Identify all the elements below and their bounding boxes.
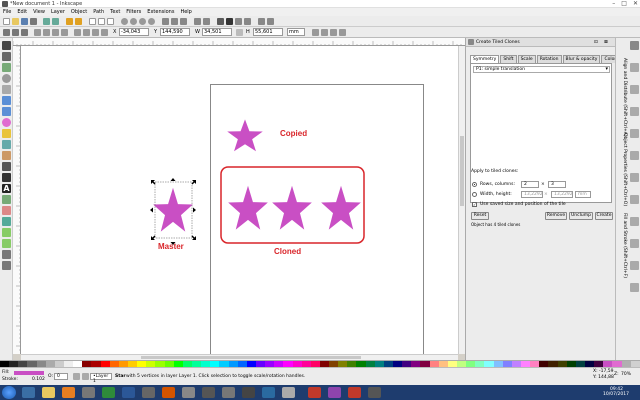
tiled-clones-icon: [468, 39, 474, 45]
saved-size-checkbox[interactable]: ✓: [472, 202, 477, 207]
fill-label: Fill:: [2, 370, 10, 375]
dialog-status: Object has 4 tiled clones: [471, 222, 521, 227]
snap-corners-icon[interactable]: [630, 107, 639, 116]
dialog-float-icon[interactable]: ⊡: [594, 39, 598, 46]
copied-star[interactable]: [227, 119, 263, 152]
firefox-icon[interactable]: [62, 387, 75, 398]
horizontal-scroll-thumb[interactable]: [141, 356, 361, 359]
tab-rotation[interactable]: Rotation: [536, 55, 562, 63]
ie-icon[interactable]: [22, 387, 35, 398]
object-properties-tab[interactable]: Object Properties (Shift+Ctrl+O): [620, 133, 627, 211]
app6-icon[interactable]: [262, 387, 275, 398]
symmetry-value: P1: simple translation: [476, 67, 526, 72]
snap-grid-icon[interactable]: [630, 261, 639, 270]
excel-icon[interactable]: [102, 387, 115, 398]
clone-star[interactable]: [272, 185, 312, 230]
columns-input[interactable]: 3: [548, 181, 566, 188]
status-message: with 5 vertices in layer Layer 1. Click …: [126, 374, 306, 379]
zoom-value[interactable]: 70%: [621, 371, 631, 378]
rows-columns-radio[interactable]: [472, 182, 477, 187]
handle-top-right-icon: [191, 180, 196, 185]
dialog-tabs: Symmetry Shift Scale Rotation Blur & opa…: [470, 55, 639, 63]
explorer-icon[interactable]: [42, 387, 55, 398]
master-star[interactable]: [153, 187, 193, 232]
rows-input[interactable]: 2: [521, 181, 539, 188]
master-label: Master: [158, 242, 184, 251]
app4-icon[interactable]: [222, 387, 235, 398]
tiled-clones-dialog: Create Tiled Clones ⊡ ⊠ Symmetry Shift S…: [465, 38, 639, 360]
app8-icon[interactable]: [348, 387, 361, 398]
stroke-width[interactable]: 0.102: [32, 376, 45, 383]
layer-visibility-icon[interactable]: [73, 373, 80, 380]
powerpoint-icon[interactable]: [162, 387, 175, 398]
status-object: Star: [115, 374, 126, 379]
remove-button[interactable]: Remove: [545, 212, 567, 220]
vertical-scroll-thumb[interactable]: [460, 136, 464, 206]
fill-stroke-tab[interactable]: Fill and Stroke (Shift+Ctrl+F): [620, 213, 627, 288]
snap-nodes-icon[interactable]: [630, 129, 639, 138]
chevron-down-icon: ▾: [605, 66, 608, 72]
snap-centers-icon[interactable]: [630, 217, 639, 226]
snap-bbox-icon[interactable]: [630, 63, 639, 72]
width-height-radio[interactable]: [472, 192, 477, 197]
opacity-input[interactable]: 0: [54, 373, 68, 380]
width-height-label: Width, height:: [480, 192, 512, 197]
status-bar: Fill: Stroke: 0.102 O: 0 •Layer 1 Star w…: [0, 367, 640, 385]
height-input[interactable]: 13,2292: [551, 191, 573, 198]
opacity-label: O:: [48, 374, 53, 379]
unclump-button[interactable]: Unclump: [569, 212, 593, 220]
layer-lock-icon[interactable]: [82, 373, 89, 380]
snap-midpoints-icon[interactable]: [630, 195, 639, 204]
layer-select[interactable]: •Layer 1: [90, 373, 112, 384]
saved-size-label: Use saved size and position of the tile: [480, 202, 566, 207]
word-icon[interactable]: [122, 387, 135, 398]
tab-symmetry[interactable]: Symmetry: [470, 55, 500, 63]
app2-icon[interactable]: [182, 387, 195, 398]
dialog-close-icon[interactable]: ⊠: [604, 39, 608, 46]
copied-label: Copied: [280, 129, 308, 138]
vertical-scrollbar[interactable]: [458, 46, 465, 354]
snap-edges-icon[interactable]: [630, 85, 639, 94]
create-button[interactable]: Create: [595, 212, 613, 220]
snap-page-icon[interactable]: [630, 239, 639, 248]
symmetry-select[interactable]: P1: simple translation ▾: [473, 66, 610, 73]
dialog-title: Create Tiled Clones: [476, 40, 520, 45]
snap-guides-icon[interactable]: [630, 283, 639, 292]
app9-icon[interactable]: [368, 387, 381, 398]
snap-intersections-icon[interactable]: [630, 173, 639, 182]
stroke-label: Stroke:: [2, 377, 18, 382]
width-input[interactable]: 13,2292: [521, 191, 543, 198]
apply-label: Apply to tiled clones:: [471, 169, 519, 174]
cursor-y: Y: 144,88: [593, 375, 614, 380]
rows-columns-label: Rows, columns:: [480, 182, 515, 187]
snap-paths-icon[interactable]: [630, 151, 639, 160]
tab-shift[interactable]: Shift: [500, 55, 517, 63]
clone-star[interactable]: [228, 185, 268, 230]
clone-star[interactable]: [321, 185, 361, 230]
app3-icon[interactable]: [202, 387, 215, 398]
inkscape-taskbar-icon[interactable]: [282, 387, 295, 398]
start-button-icon[interactable]: [2, 386, 16, 399]
clock-date[interactable]: 10/07/2017: [603, 391, 629, 398]
fill-swatch[interactable]: [14, 371, 44, 375]
dialog-header: Create Tiled Clones ⊡ ⊠: [466, 38, 616, 47]
taskbar: 09:42 10/07/2017: [0, 385, 640, 400]
snap-toggle-icon[interactable]: [630, 41, 639, 50]
tab-blur-opacity[interactable]: Blur & opacity: [562, 55, 601, 63]
reset-button[interactable]: Reset: [471, 212, 489, 220]
wh-unit-select[interactable]: mm: [575, 191, 591, 198]
acrobat-icon[interactable]: [308, 387, 321, 398]
cloned-label: Cloned: [274, 247, 302, 256]
zoom-label: Z:: [614, 372, 619, 377]
app5-icon[interactable]: [242, 387, 255, 398]
tab-scale[interactable]: Scale: [517, 55, 536, 63]
times-sign: ×: [541, 182, 545, 187]
right-dock: Fill and Stroke (Shift+Ctrl+F) Object Pr…: [615, 38, 640, 360]
app-icon[interactable]: [142, 387, 155, 398]
app7-icon[interactable]: [328, 387, 341, 398]
align-distribute-tab[interactable]: Align and Distribute (Shift+Ctrl+A): [620, 58, 627, 137]
media-icon[interactable]: [82, 387, 95, 398]
times-sign-2: ×: [544, 192, 548, 197]
color-palette[interactable]: [0, 360, 640, 367]
